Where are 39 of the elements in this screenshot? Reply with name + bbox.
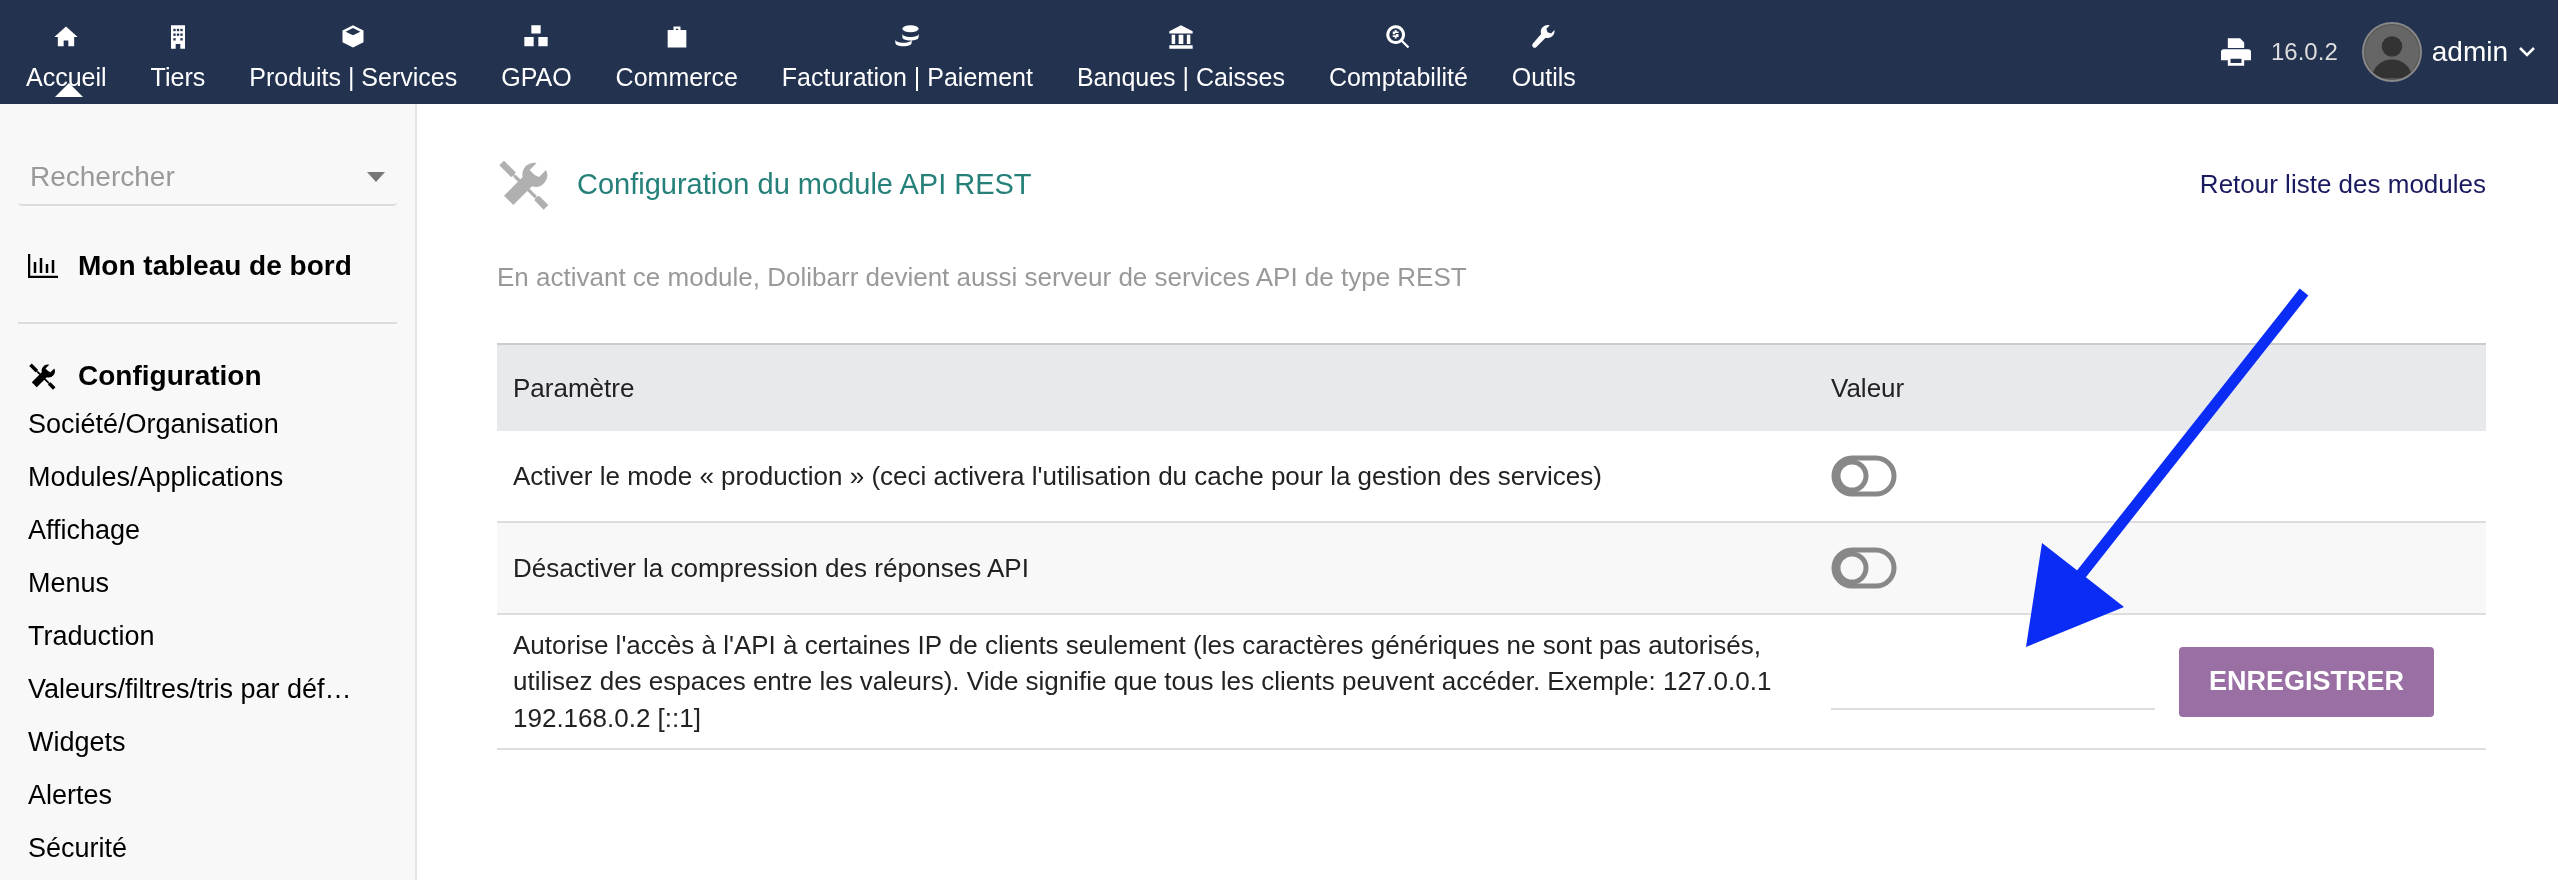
sidebar-link[interactable]: Société/Organisation: [18, 398, 397, 451]
sidebar-link[interactable]: Sécurité: [18, 822, 397, 875]
section-heading: Configuration: [78, 360, 262, 392]
page-title: Configuration du module API REST: [577, 167, 1032, 201]
version-label: 16.0.2: [2271, 38, 2338, 66]
wrench-icon: [1529, 23, 1558, 51]
toggle-switch[interactable]: [1831, 455, 1897, 497]
menu-tab[interactable]: Tiers: [128, 0, 228, 104]
column-header: Paramètre: [497, 344, 1815, 431]
menu-tab[interactable]: Comptabilité: [1306, 0, 1490, 104]
tools-icon: [28, 361, 58, 391]
user-menu[interactable]: admin: [2355, 21, 2542, 83]
menu-tab[interactable]: Facturation | Paiement: [759, 0, 1055, 104]
parameter-label: Autorise l'accès à l'API à certaines IP de clients seulement (les caractères génériques ne sont pas autorisés, utilisez des espaces entre les valeurs). Vide signifie que tous les clients peuvent accéder. Exemple: 127.0.0.1 192.168.0.2 [::1]: [497, 614, 1815, 750]
dashboard-link[interactable]: Mon tableau de bord: [78, 250, 352, 282]
printer-icon[interactable]: [2219, 37, 2253, 67]
sidebar-link[interactable]: Traduction: [18, 610, 397, 663]
menu-tab[interactable]: GPAO: [479, 0, 594, 104]
bar-chart-icon: [28, 254, 58, 278]
menu-tab[interactable]: Produits | Services: [227, 0, 480, 104]
parameter-label: Désactiver la compression des réponses API: [497, 522, 1815, 614]
menu-tab[interactable]: Accueil: [4, 0, 129, 104]
sidebar-link[interactable]: Alertes: [18, 769, 397, 822]
dropdown-caret-icon: [367, 172, 385, 182]
sidebar-link[interactable]: Affichage: [18, 504, 397, 557]
module-description: En activant ce module, Dolibarr devient aussi serveur de services API de type REST: [497, 262, 1468, 293]
menu-tab[interactable]: Commerce: [593, 0, 760, 104]
back-to-modules-link[interactable]: Retour liste des modules: [2199, 168, 2486, 200]
sidebar-link[interactable]: Valeurs/filtres/tris par déf…: [18, 663, 397, 716]
save-button[interactable]: ENREGISTRER: [2178, 646, 2434, 717]
menu-tab[interactable]: Outils: [1489, 0, 1598, 104]
menu-tab[interactable]: Banques | Caisses: [1054, 0, 1307, 104]
sidebar-link[interactable]: Modules/Applications: [18, 451, 397, 504]
chevron-down-icon: [2518, 46, 2536, 58]
toggle-switch[interactable]: [1831, 547, 1897, 589]
sidebar-link[interactable]: Widgets: [18, 716, 397, 769]
bank-icon: [1166, 23, 1195, 51]
sidebar-link[interactable]: Menus: [18, 557, 397, 610]
column-header: Valeur: [1815, 344, 2486, 431]
